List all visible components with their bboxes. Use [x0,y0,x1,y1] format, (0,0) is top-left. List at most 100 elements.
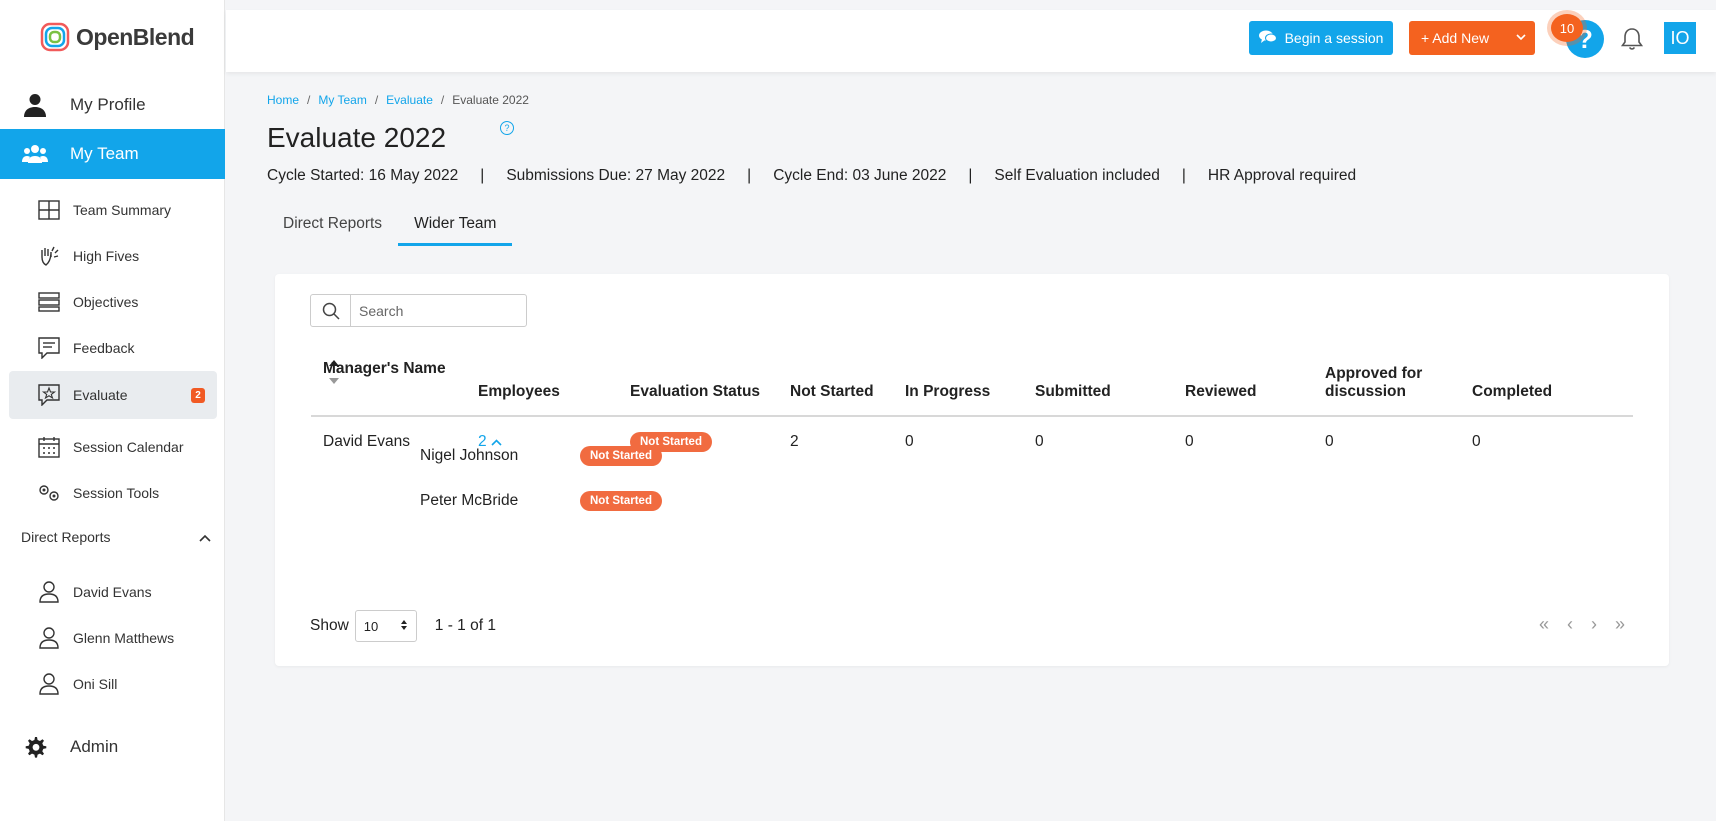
nav-my-team[interactable]: My Team [0,129,225,179]
breadcrumb-evaluate[interactable]: Evaluate [386,93,433,107]
next-page-icon[interactable]: › [1591,614,1597,635]
bell-icon[interactable] [1619,26,1645,52]
evaluate-icon [37,383,61,407]
cycle-info: Cycle Started: 16 May 2022 | Submissions… [267,167,1356,185]
sidebar-item-objectives[interactable]: Objectives [9,278,217,326]
direct-report-david-evans[interactable]: David Evans [9,568,217,616]
nav-admin[interactable]: Admin [0,722,225,772]
add-new-label: + Add New [1421,30,1490,46]
status-badge: Not Started [580,446,662,466]
person-icon [22,92,48,118]
column-header-reviewed: Reviewed [1173,352,1313,417]
sidebar-item-label: Objectives [73,294,139,310]
column-header-completed: Completed [1460,352,1633,417]
nav-my-profile[interactable]: My Profile [0,80,225,130]
search-box [310,294,527,327]
info-separator: | [1181,167,1186,184]
sidebar-item-session-tools[interactable]: Session Tools [9,469,217,517]
sidebar-item-label: High Fives [73,248,140,264]
approved-count: 0 [1325,432,1334,450]
direct-reports-section-toggle[interactable]: Direct Reports [21,529,211,545]
sidebar-item-feedback[interactable]: Feedback [9,324,217,372]
tools-icon [37,481,61,505]
tab-wider-team[interactable]: Wider Team [398,211,513,246]
grid-icon [37,198,61,222]
breadcrumb: Home / My Team / Evaluate / Evaluate 202… [267,93,529,107]
not-started-count: 2 [790,432,799,450]
help-notification-badge: 10 [1551,14,1583,42]
feedback-icon [37,336,61,360]
begin-session-label: Begin a session [1284,30,1384,46]
reviewed-count: 0 [1185,432,1194,450]
sort-arrows-icon [400,619,408,634]
high-five-icon [37,244,61,268]
employee-row: Nigel Johnson Not Started [420,446,662,466]
employee-row: Peter McBride Not Started [420,491,662,511]
column-header-in-progress: In Progress [893,352,1023,417]
cycle-started: Cycle Started: 16 May 2022 [267,167,459,184]
user-avatar[interactable]: IO [1664,22,1696,54]
objectives-icon [37,290,61,314]
brand-name: OpenBlend [76,23,195,50]
submissions-due: Submissions Due: 27 May 2022 [506,167,726,184]
direct-report-name: Oni Sill [73,676,118,692]
sidebar: OpenBlend My Profile My Team Team Summar… [0,0,225,821]
info-separator: | [480,167,485,184]
breadcrumb-my-team[interactable]: My Team [318,93,366,107]
column-header-employees: Employees [466,352,618,417]
user-icon [37,626,61,650]
sidebar-item-team-summary[interactable]: Team Summary [9,186,217,234]
calendar-icon [37,435,61,459]
nav-my-profile-label: My Profile [70,95,146,114]
column-header-submitted: Submitted [1023,352,1173,417]
sidebar-item-label: Team Summary [73,202,172,218]
tabs: Direct Reports Wider Team [267,211,513,246]
table-header-row: Manager's Name Employees Evaluation Stat… [311,352,1633,417]
breadcrumb-home[interactable]: Home [267,93,299,107]
direct-report-glenn-matthews[interactable]: Glenn Matthews [9,614,217,662]
user-icon [37,672,61,696]
column-header-not-started: Not Started [778,352,893,417]
begin-session-button[interactable]: Begin a session [1249,21,1393,55]
search-icon [311,295,351,326]
info-separator: | [747,167,752,184]
sidebar-item-label: Feedback [73,340,135,356]
cycle-end: Cycle End: 03 June 2022 [773,167,947,184]
page-size-select[interactable]: 10 [354,610,417,642]
sidebar-item-label: Evaluate [73,387,128,403]
direct-report-oni-sill[interactable]: Oni Sill [9,660,217,708]
column-header-managers-name[interactable]: Manager's Name [311,352,466,417]
breadcrumb-current: Evaluate 2022 [452,93,529,107]
page-title: Evaluate 2022 [267,122,447,153]
completed-count: 0 [1472,432,1481,450]
add-new-button[interactable]: + Add New [1409,21,1535,55]
previous-page-icon[interactable]: ‹ [1567,614,1573,635]
sidebar-item-evaluate[interactable]: Evaluate 2 [9,371,217,419]
gear-icon [22,734,48,760]
team-icon [22,141,48,167]
sort-icon[interactable] [329,360,339,398]
search-input[interactable] [351,295,521,326]
direct-reports-heading: Direct Reports [21,529,111,545]
column-header-approved-for-discussion: Approved for discussion [1313,352,1460,417]
first-page-icon[interactable]: « [1539,614,1549,635]
info-separator: | [968,167,973,184]
pagination: « ‹ › » [1539,614,1625,635]
column-header-evaluation-status: Evaluation Status [618,352,778,417]
chevron-down-icon[interactable] [1507,32,1535,44]
chat-icon [1258,30,1277,47]
direct-report-name: David Evans [73,584,152,600]
sidebar-item-session-calendar[interactable]: Session Calendar [9,423,217,471]
tab-direct-reports[interactable]: Direct Reports [267,211,398,246]
question-icon[interactable]: ? [500,121,514,135]
hr-approval-note: HR Approval required [1207,167,1357,184]
employee-name: Peter McBride [420,492,519,509]
sidebar-item-high-fives[interactable]: High Fives [9,232,217,280]
last-page-icon[interactable]: » [1615,614,1625,635]
breadcrumb-separator: / [374,93,379,107]
nav-my-team-label: My Team [70,144,139,163]
self-evaluation-note: Self Evaluation included [994,167,1160,184]
status-badge: Not Started [580,491,662,511]
openblend-logo[interactable]: OpenBlend [40,22,195,52]
page-size-value: 10 [363,618,379,634]
